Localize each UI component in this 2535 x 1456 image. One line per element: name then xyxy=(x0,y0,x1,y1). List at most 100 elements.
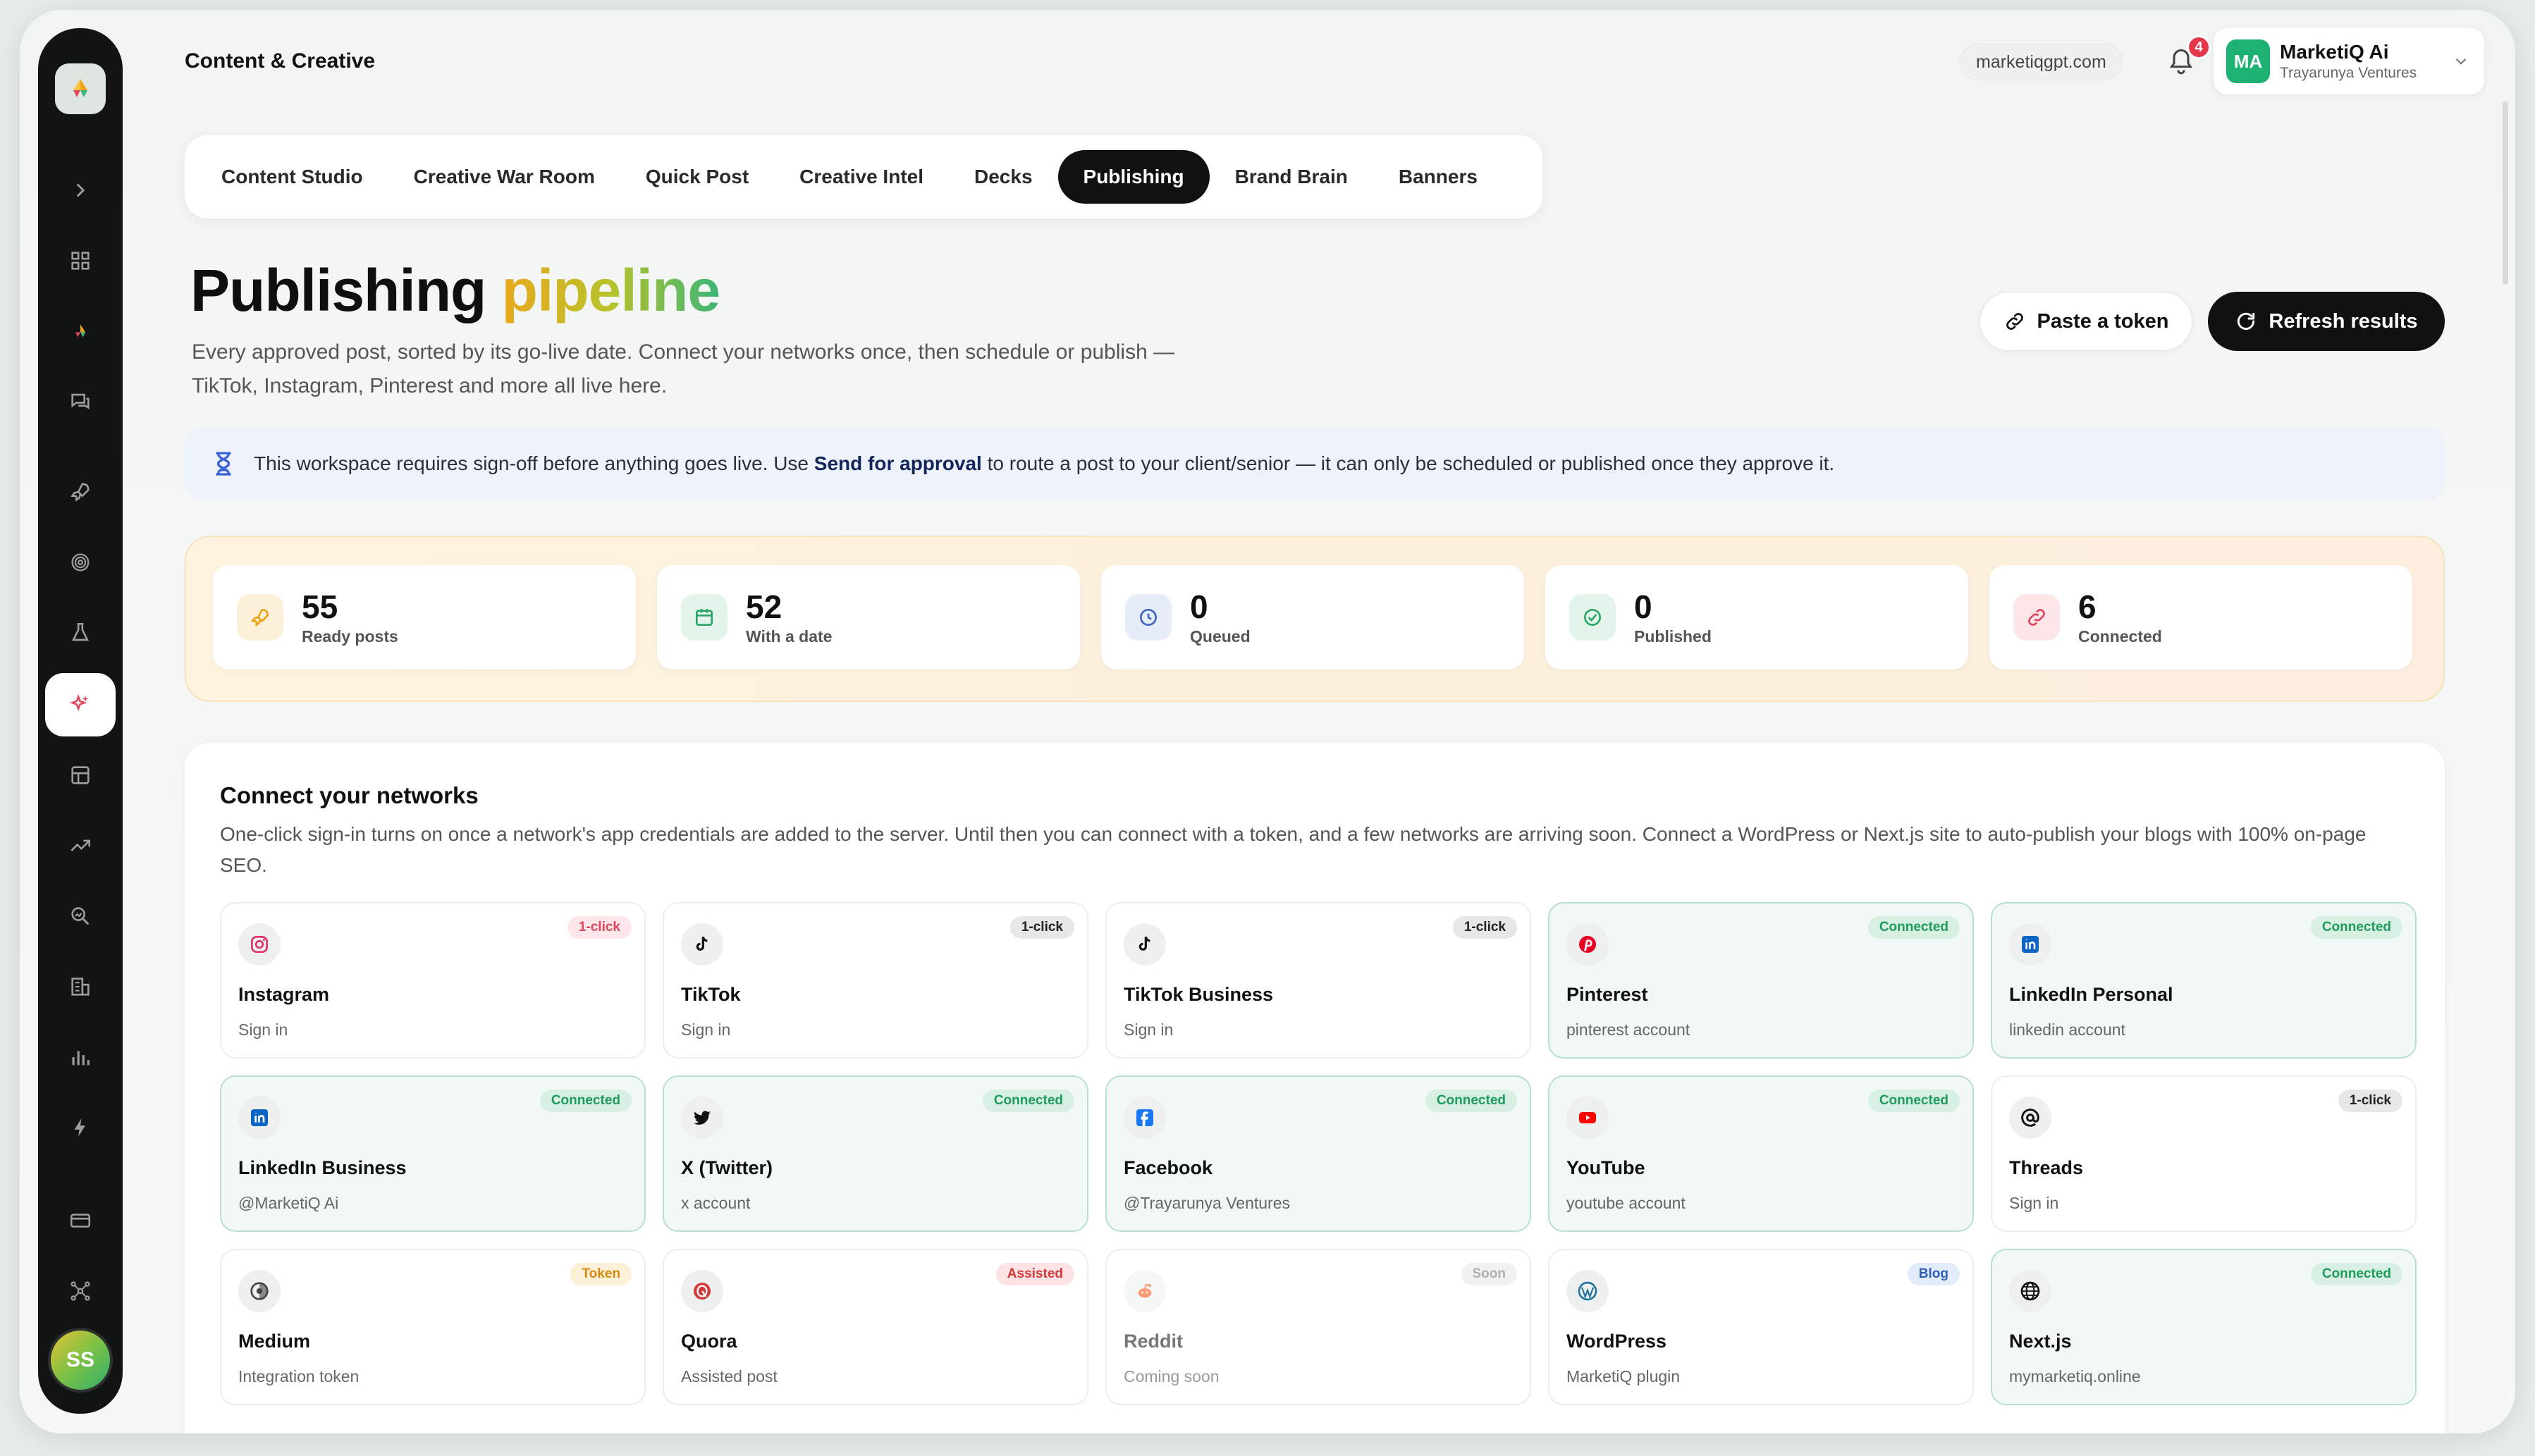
sidebar-item-chat[interactable] xyxy=(38,381,123,423)
network-icon-wrap xyxy=(1566,923,1609,965)
stats-strip: 55 Ready posts 52 With a date 0 Queued 0 Publis… xyxy=(185,536,2445,702)
network-status-badge: Blog xyxy=(1907,1263,1960,1285)
tab-creative-war-room[interactable]: Creative War Room xyxy=(388,150,620,204)
network-card-threads[interactable]: 1-click Threads Sign in xyxy=(1991,1075,2417,1232)
sidebar-item-rocket[interactable] xyxy=(38,471,123,513)
tab-quick-post[interactable]: Quick Post xyxy=(620,150,774,204)
domain-pill[interactable]: marketiqgpt.com xyxy=(1960,44,2123,80)
network-account: linkedin account xyxy=(2009,1020,2125,1039)
network-card-wordpress[interactable]: Blog WordPress MarketiQ plugin xyxy=(1548,1249,1974,1405)
network-name: X (Twitter) xyxy=(681,1157,773,1178)
sidebar-item-sparkles[interactable] xyxy=(45,673,116,736)
refresh-results-button[interactable]: Refresh results xyxy=(2208,292,2445,351)
network-status-badge: Connected xyxy=(1867,1090,1960,1112)
networks-panel: Connect your networks One-click sign-in … xyxy=(185,743,2445,1433)
hourglass-icon xyxy=(216,452,231,476)
workspace-avatar[interactable]: SS xyxy=(48,1328,113,1393)
network-icon-wrap xyxy=(681,923,723,965)
linkedin-icon xyxy=(251,1109,268,1126)
check-circle-icon xyxy=(1584,609,1601,626)
scrollbar[interactable] xyxy=(2503,101,2508,285)
network-icon-wrap xyxy=(1124,923,1166,965)
sidebar-item-fingerprint[interactable] xyxy=(38,541,123,584)
network-card-next-js[interactable]: Connected Next.js mymarketiq.online xyxy=(1991,1249,2417,1405)
sidebar-item-brand-logo[interactable] xyxy=(38,310,123,352)
reddit-icon xyxy=(1138,1283,1152,1298)
network-card-youtube[interactable]: Connected YouTube youtube account xyxy=(1548,1075,1974,1232)
user-name: MarketiQ Ai xyxy=(2280,41,2389,63)
sidebar-item-bolt[interactable] xyxy=(38,1106,123,1149)
stat-label: Ready posts xyxy=(302,627,398,646)
network-status-badge: Connected xyxy=(539,1090,632,1112)
sidebar-item-trend[interactable] xyxy=(38,825,123,867)
link-icon xyxy=(2006,313,2023,330)
network-card-linkedin-personal[interactable]: Connected LinkedIn Personal linkedin accou… xyxy=(1991,902,2417,1059)
sidebar-item-search-chart[interactable] xyxy=(38,895,123,937)
network-card-x-twitter[interactable]: Connected X (Twitter) x account xyxy=(663,1075,1088,1232)
network-card-tiktok[interactable]: 1-click TikTok Sign in xyxy=(663,902,1088,1059)
network-account: pinterest account xyxy=(1566,1020,1690,1039)
instagram-icon xyxy=(251,936,268,953)
network-card-linkedin-business[interactable]: Connected LinkedIn Business @MarketiQ Ai xyxy=(220,1075,646,1232)
network-card-tiktok-business[interactable]: 1-click TikTok Business Sign in xyxy=(1105,902,1531,1059)
user-org: Trayarunya Ventures xyxy=(2280,65,2417,81)
network-status-badge: Connected xyxy=(1425,1090,1517,1112)
network-account: Integration token xyxy=(238,1367,360,1386)
sidebar-item-flask[interactable] xyxy=(38,612,123,654)
app-logo[interactable] xyxy=(55,63,106,114)
tab-publishing[interactable]: Publishing xyxy=(1057,150,1210,204)
facebook-icon xyxy=(1136,1109,1153,1126)
pinterest-icon xyxy=(1579,936,1596,953)
network-status-badge: Connected xyxy=(2310,916,2402,939)
stat-icon-wrap xyxy=(2013,594,2060,641)
network-status-badge: Connected xyxy=(1867,916,1960,939)
page-title-main: Publishing xyxy=(190,257,486,323)
network-card-reddit[interactable]: Soon Reddit Coming soon xyxy=(1105,1249,1531,1405)
sidebar-item-card[interactable] xyxy=(38,1199,123,1242)
user-menu[interactable]: MA MarketiQ Ai Trayarunya Ventures xyxy=(2214,28,2484,94)
tab-content-studio[interactable]: Content Studio xyxy=(196,150,388,204)
sidebar-item-expand-chevron[interactable] xyxy=(38,169,123,211)
network-name: Quora xyxy=(681,1331,737,1352)
notice-text: This workspace requires sign-off before … xyxy=(254,452,1834,475)
network-card-instagram[interactable]: 1-click Instagram Sign in xyxy=(220,902,646,1059)
network-status-badge: Token xyxy=(570,1263,632,1285)
network-status-badge: Connected xyxy=(982,1090,1074,1112)
chat-icon xyxy=(71,393,90,409)
network-icon-wrap xyxy=(1566,1097,1609,1139)
send-for-approval-text: Send for approval xyxy=(814,452,982,474)
network-status-badge: Assisted xyxy=(995,1263,1074,1285)
paste-token-button[interactable]: Paste a token xyxy=(1979,292,2192,351)
tab-decks[interactable]: Decks xyxy=(949,150,1058,204)
network-status-badge: 1-click xyxy=(1009,916,1074,939)
paste-token-label: Paste a token xyxy=(2037,309,2169,333)
tab-brand-brain[interactable]: Brand Brain xyxy=(1210,150,1373,204)
page-subtitle: Every approved post, sorted by its go-li… xyxy=(192,340,1175,397)
network-account: @MarketiQ Ai xyxy=(238,1194,339,1212)
tab-banners[interactable]: Banners xyxy=(1373,150,1503,204)
sidebar-item-bar-chart[interactable] xyxy=(38,1036,123,1078)
network-card-medium[interactable]: Token Medium Integration token xyxy=(220,1249,646,1405)
network-status-badge: Soon xyxy=(1461,1263,1517,1285)
stat-value: 55 xyxy=(302,588,338,625)
sidebar-item-layout[interactable] xyxy=(38,754,123,796)
network-icon-wrap xyxy=(238,1270,281,1312)
network-card-quora[interactable]: Assisted Quora Assisted post xyxy=(663,1249,1088,1405)
notification-badge: 4 xyxy=(2187,35,2211,59)
network-icon-wrap xyxy=(2009,923,2051,965)
tab-creative-intel[interactable]: Creative Intel xyxy=(774,150,949,204)
network-name: Instagram xyxy=(238,984,330,1005)
refresh-icon xyxy=(2238,312,2255,330)
sidebar-item-building[interactable] xyxy=(38,965,123,1008)
network-name: TikTok Business xyxy=(1124,984,1274,1005)
network-name: Pinterest xyxy=(1566,984,1648,1005)
network-name: YouTube xyxy=(1566,1157,1645,1178)
network-name: TikTok xyxy=(681,984,741,1005)
expand-chevron-icon xyxy=(76,183,85,197)
sidebar-item-network[interactable] xyxy=(38,1270,123,1312)
network-name: Threads xyxy=(2009,1157,2084,1178)
network-card-pinterest[interactable]: Connected Pinterest pinterest account xyxy=(1548,902,1974,1059)
chevron-down-icon xyxy=(2455,58,2467,65)
network-card-facebook[interactable]: Connected Facebook @Trayarunya Ventures xyxy=(1105,1075,1531,1232)
sidebar-item-dashboard-grid[interactable] xyxy=(38,240,123,282)
